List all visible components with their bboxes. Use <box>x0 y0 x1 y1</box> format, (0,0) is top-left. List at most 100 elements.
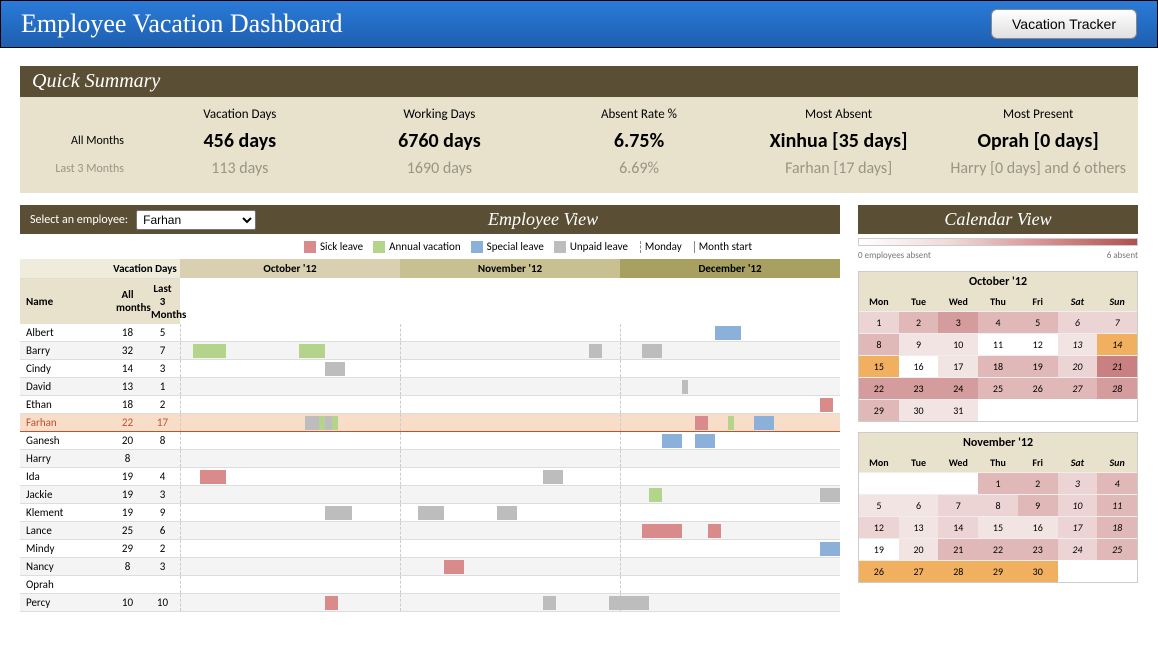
calendar-day[interactable]: 4 <box>1097 472 1137 494</box>
vacation-tracker-button[interactable]: Vacation Tracker <box>991 9 1137 39</box>
table-row[interactable]: Albert185 <box>20 324 840 342</box>
calendar-day[interactable]: 20 <box>1058 355 1098 377</box>
timeline-cell <box>180 540 840 558</box>
calendar-day[interactable]: 16 <box>1018 516 1058 538</box>
cell-last3: 2 <box>145 540 180 558</box>
calendar-day[interactable]: 24 <box>1058 538 1098 560</box>
calendar-day[interactable]: 29 <box>978 560 1018 582</box>
calendar-day[interactable]: 21 <box>938 538 978 560</box>
cell-all: 19 <box>110 504 145 522</box>
calendar-day[interactable]: 18 <box>978 355 1018 377</box>
table-row[interactable]: Ganesh208 <box>20 432 840 450</box>
timeline-cell <box>180 342 840 360</box>
calendar-day[interactable]: 25 <box>978 377 1018 399</box>
calendar-day[interactable]: 17 <box>938 355 978 377</box>
calendar-day[interactable]: 18 <box>1097 516 1137 538</box>
calendar-day[interactable]: 8 <box>978 494 1018 516</box>
dow-label: Thu <box>978 292 1018 311</box>
calendar-day[interactable]: 15 <box>859 355 899 377</box>
calendar-day[interactable]: 2 <box>899 311 939 333</box>
calendar-day[interactable]: 25 <box>1097 538 1137 560</box>
calendar-day[interactable]: 28 <box>1097 377 1137 399</box>
employee-select[interactable]: Farhan <box>136 210 256 230</box>
table-row[interactable]: Oprah <box>20 576 840 594</box>
calendar-day[interactable]: 10 <box>938 333 978 355</box>
calendar-day[interactable]: 17 <box>1058 516 1098 538</box>
calendar-day[interactable]: 15 <box>978 516 1018 538</box>
table-row[interactable]: Harry8 <box>20 450 840 468</box>
cell-name: Oprah <box>20 576 110 594</box>
calendar-day[interactable]: 11 <box>1097 494 1137 516</box>
table-row[interactable]: David131 <box>20 378 840 396</box>
calendar-day[interactable]: 2 <box>1018 472 1058 494</box>
timeline-cell <box>180 468 840 486</box>
table-row[interactable]: Jackie193 <box>20 486 840 504</box>
calendar-day[interactable]: 31 <box>938 399 978 421</box>
swatch-special-icon <box>471 241 483 253</box>
calendar-day[interactable]: 12 <box>1018 333 1058 355</box>
table-row[interactable]: Farhan2217 <box>20 414 840 432</box>
table-row[interactable]: Klement199 <box>20 504 840 522</box>
vacation-bar <box>695 434 715 448</box>
calendar-day[interactable]: 28 <box>938 560 978 582</box>
table-row[interactable]: Cindy143 <box>20 360 840 378</box>
calendar-day[interactable]: 19 <box>859 538 899 560</box>
vacation-bar <box>589 344 602 358</box>
calendar-day[interactable]: 23 <box>1018 538 1058 560</box>
calendar-day[interactable]: 16 <box>899 355 939 377</box>
calendar-day[interactable]: 22 <box>978 538 1018 560</box>
summary-col: Absent Rate %6.75%6.69% <box>539 107 739 183</box>
calendar-day[interactable]: 20 <box>899 538 939 560</box>
vacation-bar <box>642 524 682 538</box>
employee-view-panel: Select an employee: Farhan Employee View… <box>20 205 840 612</box>
table-row[interactable]: Barry327 <box>20 342 840 360</box>
table-row[interactable]: Ethan182 <box>20 396 840 414</box>
table-row[interactable]: Ida194 <box>20 468 840 486</box>
dow-label: Thu <box>978 453 1018 472</box>
calendar-day[interactable]: 1 <box>978 472 1018 494</box>
calendar-day[interactable]: 14 <box>938 516 978 538</box>
calendar-day[interactable]: 5 <box>859 494 899 516</box>
calendar-day[interactable]: 4 <box>978 311 1018 333</box>
table-row[interactable]: Percy1010 <box>20 594 840 612</box>
calendar-day[interactable]: 11 <box>978 333 1018 355</box>
calendar-day[interactable]: 6 <box>899 494 939 516</box>
calendar-day[interactable]: 30 <box>1018 560 1058 582</box>
header-bar: Employee Vacation Dashboard Vacation Tra… <box>0 0 1158 48</box>
calendar-day[interactable]: 8 <box>859 333 899 355</box>
calendar-day[interactable]: 13 <box>899 516 939 538</box>
calendar-day[interactable]: 7 <box>1097 311 1137 333</box>
cell-all: 19 <box>110 468 145 486</box>
calendar-day[interactable]: 5 <box>1018 311 1058 333</box>
calendar-day[interactable]: 3 <box>938 311 978 333</box>
calendar-day[interactable]: 22 <box>859 377 899 399</box>
table-row[interactable]: Nancy83 <box>20 558 840 576</box>
calendar-view-title: Calendar View <box>858 205 1138 234</box>
calendar-day[interactable]: 21 <box>1097 355 1137 377</box>
calendar-day[interactable]: 9 <box>899 333 939 355</box>
calendar-day[interactable]: 12 <box>859 516 899 538</box>
vacation-bar <box>715 326 741 340</box>
table-row[interactable]: Mindy292 <box>20 540 840 558</box>
calendar-day[interactable]: 26 <box>1018 377 1058 399</box>
calendar-day[interactable]: 19 <box>1018 355 1058 377</box>
table-row[interactable]: Lance256 <box>20 522 840 540</box>
calendar-day[interactable]: 29 <box>859 399 899 421</box>
vacation-bar <box>695 416 708 430</box>
calendar-day[interactable]: 10 <box>1058 494 1098 516</box>
calendar-day[interactable]: 6 <box>1058 311 1098 333</box>
calendar-day[interactable]: 9 <box>1018 494 1058 516</box>
calendar-day[interactable]: 30 <box>899 399 939 421</box>
vacation-bar <box>728 416 735 430</box>
calendar-day[interactable]: 26 <box>859 560 899 582</box>
calendar-day[interactable]: 1 <box>859 311 899 333</box>
calendar-day[interactable]: 24 <box>938 377 978 399</box>
calendar-day[interactable]: 14 <box>1097 333 1137 355</box>
calendar-day[interactable]: 7 <box>938 494 978 516</box>
calendar-day[interactable]: 27 <box>899 560 939 582</box>
calendar-day[interactable]: 3 <box>1058 472 1098 494</box>
calendar-day[interactable]: 13 <box>1058 333 1098 355</box>
cell-all: 8 <box>110 558 145 576</box>
calendar-day[interactable]: 23 <box>899 377 939 399</box>
calendar-day[interactable]: 27 <box>1058 377 1098 399</box>
